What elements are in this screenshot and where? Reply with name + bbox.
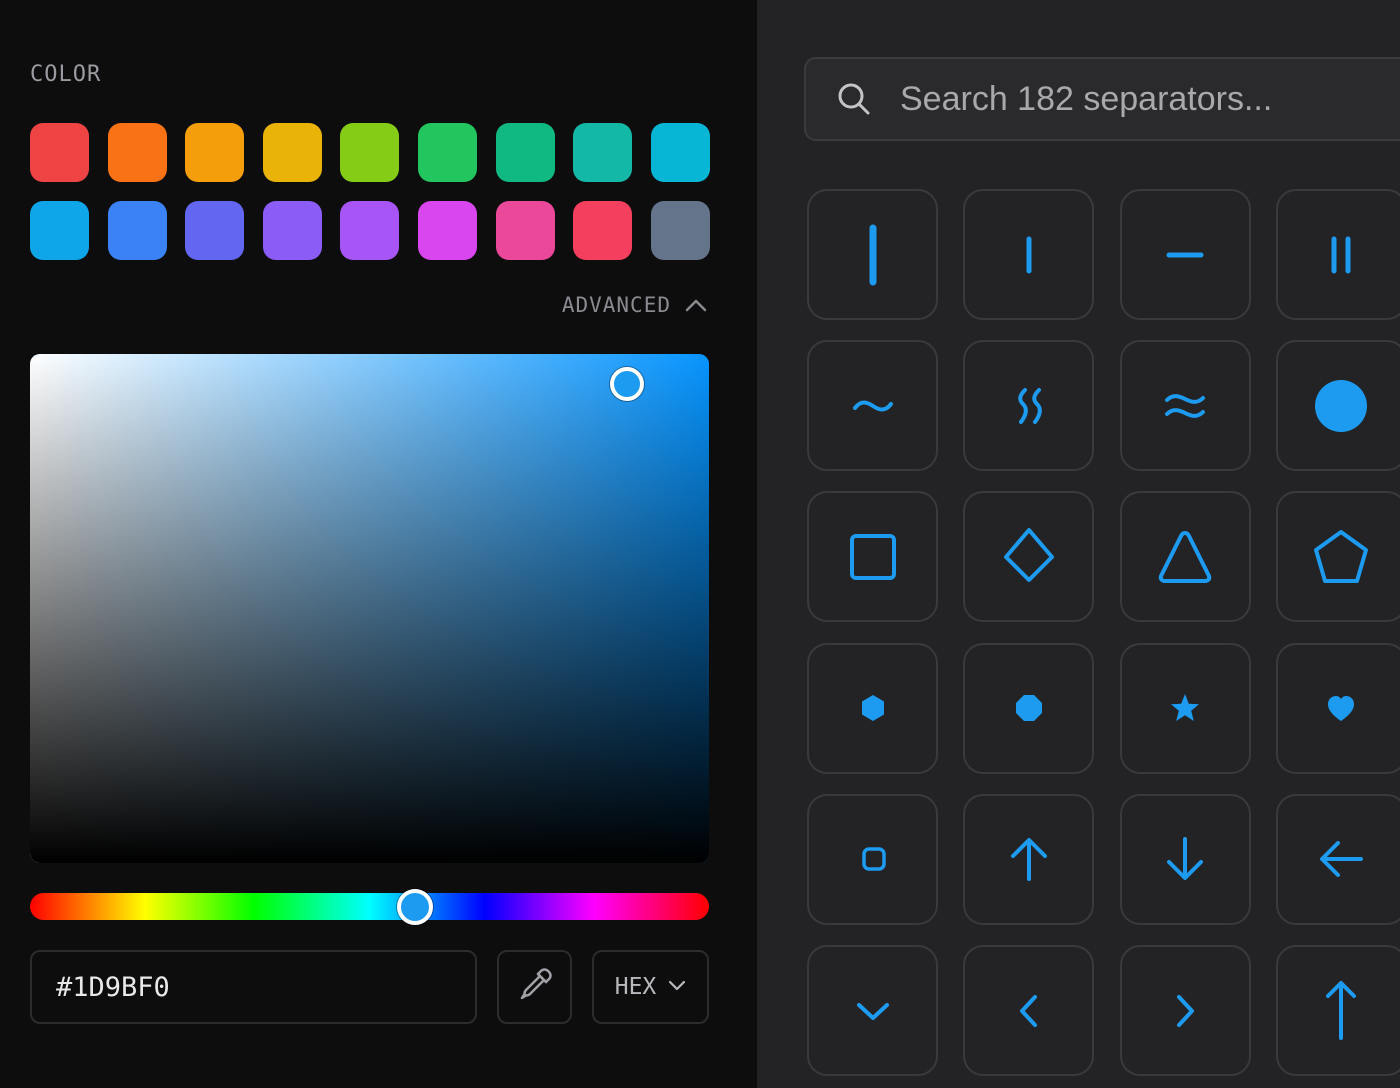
advanced-label: ADVANCED: [561, 293, 671, 317]
color-format-label: HEX: [614, 974, 657, 1000]
long-arrow-up-icon: [1301, 971, 1381, 1051]
separator-tile[interactable]: [1275, 189, 1400, 320]
color-swatch-yellow[interactable]: [262, 123, 322, 182]
separator-tile[interactable]: [1119, 793, 1251, 925]
arrow-up-icon: [989, 819, 1069, 899]
color-swatch-lime[interactable]: [340, 123, 400, 182]
separator-tile[interactable]: [1119, 945, 1251, 1076]
thin-vertical-bar-icon: [989, 215, 1069, 295]
color-picker-handle[interactable]: [610, 367, 644, 401]
color-swatch-rose[interactable]: [573, 201, 633, 260]
separator-tile[interactable]: [963, 491, 1095, 623]
separator-panel: [757, 0, 1400, 1088]
thick-vertical-bar-icon: [833, 215, 913, 295]
filled-hexagon-icon: [833, 668, 913, 748]
color-swatch-green[interactable]: [418, 123, 477, 182]
color-swatch-orange[interactable]: [107, 123, 167, 182]
eyedropper-icon: [516, 966, 554, 1009]
chevron-up-icon: [685, 298, 707, 312]
separator-tile[interactable]: [963, 793, 1095, 925]
tilde-icon: [833, 366, 913, 446]
value-gradient: [30, 354, 709, 863]
separator-tile[interactable]: [1275, 642, 1400, 774]
square-outline-icon: [833, 517, 913, 597]
color-format-select[interactable]: HEX: [592, 950, 709, 1024]
separator-tile[interactable]: [807, 642, 938, 774]
hue-slider-handle[interactable]: [397, 889, 433, 925]
color-swatch-blue[interactable]: [107, 201, 167, 260]
horizontal-dash-icon: [1145, 215, 1225, 295]
separator-tile[interactable]: [1119, 189, 1251, 320]
double-vertical-bar-icon: [1301, 215, 1381, 295]
color-swatch-teal[interactable]: [573, 123, 633, 182]
chevron-right-icon: [1145, 971, 1225, 1051]
separator-tile[interactable]: [1119, 340, 1251, 472]
search-input[interactable]: [900, 59, 1400, 139]
color-swatch-red[interactable]: [30, 123, 89, 182]
color-swatch-slate[interactable]: [650, 201, 710, 260]
separator-tile[interactable]: [807, 945, 938, 1076]
hue-slider[interactable]: [30, 893, 709, 920]
separator-tile[interactable]: [1275, 491, 1400, 623]
eyedropper-button[interactable]: [497, 950, 572, 1024]
search-icon: [836, 81, 872, 122]
small-rounded-square-icon: [833, 819, 913, 899]
color-swatch-purple[interactable]: [340, 201, 400, 260]
color-swatch-indigo[interactable]: [185, 201, 245, 260]
separator-tile[interactable]: [1119, 642, 1251, 774]
chevron-down-icon: [668, 978, 686, 996]
triangle-outline-icon: [1145, 517, 1225, 597]
filled-octagon-icon: [989, 668, 1069, 748]
search-box[interactable]: [804, 57, 1400, 141]
separator-tile[interactable]: [963, 340, 1095, 472]
chevron-down-icon: [833, 971, 913, 1051]
color-swatch-fuchsia[interactable]: [418, 201, 477, 260]
hex-color-input[interactable]: [30, 950, 477, 1024]
color-swatch-emerald[interactable]: [495, 123, 555, 182]
color-panel: COLOR ADVANCED HEX: [0, 0, 757, 1088]
separator-tile[interactable]: [807, 340, 938, 472]
separator-tile[interactable]: [1119, 491, 1251, 623]
double-wave-icon: [1145, 366, 1225, 446]
color-swatch-cyan[interactable]: [650, 123, 710, 182]
vertical-wave-icon: [989, 366, 1069, 446]
separator-tile[interactable]: [963, 945, 1095, 1076]
section-title: COLOR: [30, 62, 102, 87]
separator-tile[interactable]: [963, 642, 1095, 774]
chevron-left-icon: [989, 971, 1069, 1051]
filled-heart-icon: [1301, 668, 1381, 748]
separator-tile[interactable]: [963, 189, 1095, 320]
filled-star-icon: [1145, 668, 1225, 748]
filled-circle-icon: [1301, 366, 1381, 446]
separator-tile[interactable]: [1275, 945, 1400, 1076]
diamond-outline-icon: [989, 517, 1069, 597]
advanced-toggle[interactable]: ADVANCED: [562, 293, 707, 317]
color-swatch-sky[interactable]: [30, 201, 89, 260]
arrow-left-icon: [1301, 819, 1381, 899]
color-swatch-violet[interactable]: [262, 201, 322, 260]
pentagon-outline-icon: [1301, 517, 1381, 597]
saturation-value-picker[interactable]: [30, 354, 709, 863]
separator-tile[interactable]: [807, 491, 938, 623]
color-swatch-pink[interactable]: [495, 201, 555, 260]
separator-tile[interactable]: [1275, 793, 1400, 925]
arrow-down-icon: [1145, 819, 1225, 899]
separator-tile[interactable]: [1275, 340, 1400, 472]
color-swatch-amber[interactable]: [185, 123, 245, 182]
separator-tile[interactable]: [807, 189, 938, 320]
separator-tile[interactable]: [807, 793, 938, 925]
